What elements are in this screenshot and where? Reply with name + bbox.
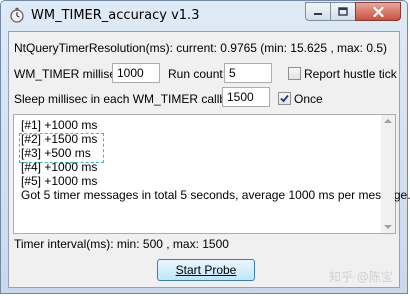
report-hustle-checkbox[interactable]: [288, 67, 301, 80]
log-scrollbar[interactable]: [381, 115, 395, 233]
run-count-input[interactable]: 5: [224, 63, 272, 83]
window-title: WM_TIMER_accuracy v1.3: [31, 8, 200, 23]
log-summary-line: Got 5 timer messages in total 5 seconds,…: [21, 188, 410, 202]
maximize-icon: [338, 7, 348, 16]
log-line: [#4] +1000 ms: [21, 160, 98, 174]
stopwatch-icon: [10, 7, 24, 23]
title-bar[interactable]: WM_TIMER_accuracy v1.3: [1, 1, 407, 31]
scroll-up-arrow-icon[interactable]: [384, 119, 392, 123]
log-line: [#2] +1500 ms: [21, 132, 98, 146]
log-line: [#1] +1000 ms: [21, 118, 98, 132]
maximize-button[interactable]: [330, 2, 356, 21]
millisec-input[interactable]: 1000: [112, 63, 160, 83]
close-icon: [372, 6, 384, 17]
report-hustle-label[interactable]: Report hustle tick: [304, 67, 397, 81]
scroll-down-arrow-icon[interactable]: [384, 225, 392, 229]
watermark-text: 知乎 @陈宝: [329, 270, 393, 284]
client-area: NtQueryTimerResolution(ms): current: 0.9…: [8, 31, 410, 288]
log-line: [#5] +1000 ms: [21, 174, 98, 188]
once-checkbox[interactable]: [278, 92, 291, 105]
minimize-icon: [314, 12, 322, 15]
run-count-label: Run count:: [168, 67, 227, 81]
log-lines: [#1] +1000 ms [#2] +1500 ms [#3] +500 ms…: [21, 118, 410, 202]
log-line: [#3] +500 ms: [21, 146, 91, 160]
once-label[interactable]: Once: [294, 92, 323, 106]
sleep-label: Sleep millisec in each WM_TIMER callback…: [14, 92, 249, 106]
millisec-label: WM_TIMER millisec:: [14, 67, 126, 81]
start-probe-button[interactable]: Start Probe: [157, 259, 255, 281]
sleep-input[interactable]: 1500: [222, 87, 270, 107]
timer-interval-text: Timer interval(ms): min: 500 , max: 1500: [14, 237, 229, 251]
start-probe-label: Start Probe: [175, 263, 237, 277]
close-button[interactable]: [355, 2, 401, 21]
minimize-button[interactable]: [305, 2, 331, 21]
log-output[interactable]: [#1] +1000 ms [#2] +1500 ms [#3] +500 ms…: [13, 114, 410, 234]
timer-resolution-text: NtQueryTimerResolution(ms): current: 0.9…: [14, 41, 388, 55]
app-window: WM_TIMER_accuracy v1.3 NtQueryTimerResol…: [0, 0, 410, 294]
checkmark-icon: [280, 94, 289, 103]
